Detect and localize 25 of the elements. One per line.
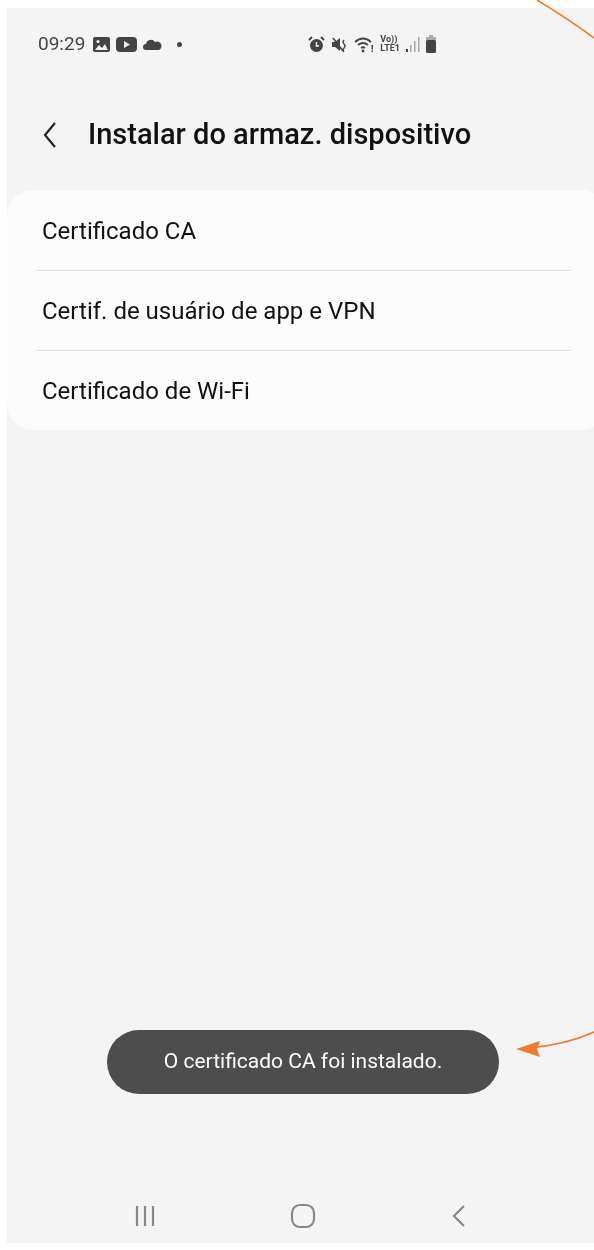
signal-icon bbox=[406, 36, 420, 52]
mute-icon bbox=[331, 35, 349, 53]
volte-label: Vo)) bbox=[380, 35, 398, 44]
status-time: 09:29 bbox=[38, 30, 86, 57]
home-icon bbox=[290, 1202, 317, 1229]
back-nav-icon bbox=[450, 1203, 467, 1228]
list-item[interactable]: Certif. de usuário de app e VPN bbox=[7, 271, 594, 350]
back-nav-button[interactable] bbox=[450, 1203, 467, 1228]
recent-apps-button[interactable] bbox=[134, 1204, 157, 1227]
back-icon bbox=[43, 122, 57, 148]
list-item[interactable]: Certificado CA bbox=[7, 191, 594, 270]
battery-icon bbox=[426, 35, 436, 53]
dot-icon bbox=[177, 41, 183, 47]
play-icon bbox=[116, 36, 138, 52]
list-item[interactable]: Certificado de Wi-Fi bbox=[7, 351, 594, 430]
toast-message: O certificado CA foi instalado. bbox=[163, 1048, 443, 1076]
wifi-icon bbox=[354, 35, 375, 53]
gallery-icon bbox=[93, 36, 111, 52]
home-button[interactable] bbox=[290, 1202, 317, 1229]
alarm-icon bbox=[308, 35, 326, 53]
annotation-line bbox=[536, 0, 594, 39]
cloud-icon bbox=[143, 38, 163, 50]
page-title: Instalar do armaz. dispositivo bbox=[88, 116, 472, 154]
lte-label: LTE1 bbox=[380, 44, 400, 53]
recent-apps-icon bbox=[134, 1204, 157, 1227]
